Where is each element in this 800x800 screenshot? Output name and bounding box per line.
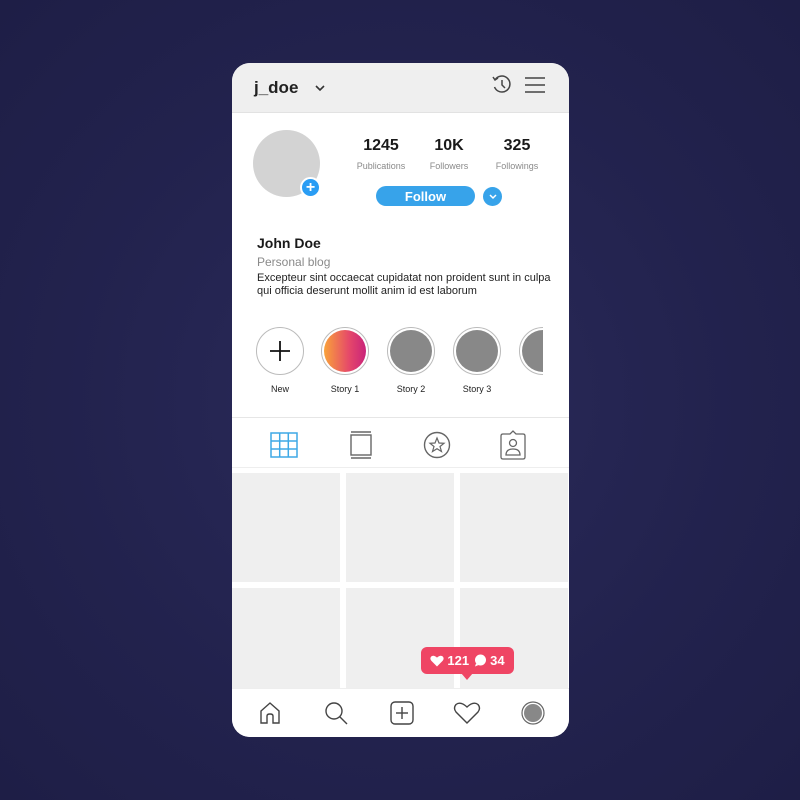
add-post-icon[interactable] xyxy=(388,699,416,727)
story-label: Story 3 xyxy=(462,384,492,394)
likes-count: 121 xyxy=(447,653,470,668)
comment-icon xyxy=(475,654,487,667)
star-icon[interactable] xyxy=(422,430,452,460)
comments-count: 34 xyxy=(490,653,505,668)
heart-icon xyxy=(430,655,445,666)
stat-value: 10K xyxy=(434,137,464,154)
story-ring xyxy=(453,327,501,375)
story-label: New xyxy=(270,384,289,394)
stat-followers[interactable]: 10K Followers xyxy=(415,137,483,171)
post-thumbnail[interactable] xyxy=(346,473,454,582)
profile-name: John Doe xyxy=(257,235,321,251)
story-label: Story 1 xyxy=(330,384,360,394)
story-thumbnail xyxy=(522,330,543,372)
tagged-icon[interactable] xyxy=(498,430,528,460)
story-item[interactable] xyxy=(519,327,543,384)
plus-icon xyxy=(270,341,290,361)
search-icon[interactable] xyxy=(322,699,350,727)
stat-label: Publications xyxy=(356,161,406,171)
grid-icon[interactable] xyxy=(269,430,299,460)
follow-button[interactable]: Follow xyxy=(376,186,475,206)
stories-row: New Story 1 Story 2 Story 3 xyxy=(232,327,543,402)
profile-avatar-icon[interactable] xyxy=(519,699,547,727)
stat-followings[interactable]: 325 Followings xyxy=(483,137,551,171)
home-icon[interactable] xyxy=(256,699,284,727)
story-item[interactable]: Story 2 xyxy=(387,327,437,394)
stat-value: 1245 xyxy=(363,137,399,154)
bio-section: John Doe Personal blog Excepteur sint oc… xyxy=(232,235,569,298)
stat-label: Followers xyxy=(429,161,469,171)
chevron-down-icon xyxy=(488,194,497,200)
story-ring xyxy=(519,327,543,375)
activity-heart-icon[interactable] xyxy=(453,699,481,727)
top-bar: j_doe xyxy=(232,63,569,113)
profile-tabs xyxy=(232,427,569,463)
post-thumbnail[interactable] xyxy=(460,473,568,582)
stat-value: 325 xyxy=(503,137,531,154)
divider xyxy=(232,467,569,468)
story-new[interactable]: New xyxy=(256,327,306,394)
story-ring xyxy=(321,327,369,375)
story-label: Story 2 xyxy=(396,384,426,394)
profile-header: + 1245 Publications 10K Followers 325 Fo… xyxy=(232,113,569,223)
add-avatar-button[interactable]: + xyxy=(300,177,321,198)
stat-publications[interactable]: 1245 Publications xyxy=(347,137,415,171)
stat-label: Followings xyxy=(495,161,539,171)
menu-icon[interactable] xyxy=(523,75,547,100)
chevron-down-icon[interactable] xyxy=(314,81,328,95)
profile-category: Personal blog xyxy=(257,255,331,269)
phone-frame: j_doe + 1245 Publications 10K Followers xyxy=(232,63,569,737)
post-thumbnail[interactable] xyxy=(232,588,340,697)
story-thumbnail xyxy=(390,330,432,372)
story-item[interactable]: Story 3 xyxy=(453,327,503,394)
post-thumbnail[interactable] xyxy=(460,588,568,697)
username-label[interactable]: j_doe xyxy=(254,78,298,98)
story-ring xyxy=(256,327,304,375)
story-thumbnail xyxy=(456,330,498,372)
post-thumbnail[interactable] xyxy=(232,473,340,582)
follow-options-button[interactable] xyxy=(483,187,502,206)
story-ring xyxy=(387,327,435,375)
history-icon[interactable] xyxy=(491,74,513,101)
divider xyxy=(232,417,569,418)
feed-icon[interactable] xyxy=(346,430,376,460)
activity-notification-badge[interactable]: 121 34 xyxy=(421,647,514,680)
story-thumbnail xyxy=(324,330,366,372)
story-item[interactable]: Story 1 xyxy=(321,327,371,394)
profile-stats: 1245 Publications 10K Followers 325 Foll… xyxy=(347,137,551,171)
post-thumbnail[interactable] xyxy=(346,588,454,697)
bottom-navigation xyxy=(232,688,569,737)
profile-bio: Excepteur sint occaecat cupidatat non pr… xyxy=(257,272,551,297)
